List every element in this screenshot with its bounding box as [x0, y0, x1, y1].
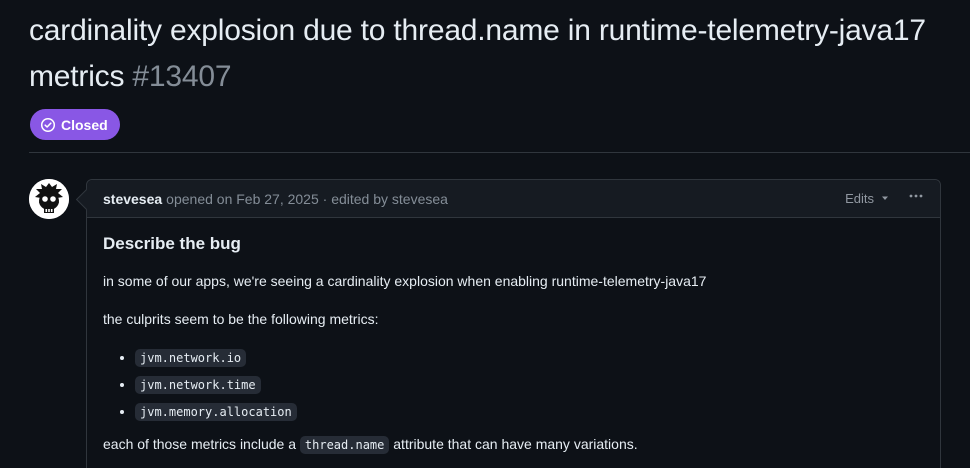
issue-comment: stevesea opened on Feb 27, 2025 · edited… [86, 179, 941, 468]
metrics-list: jvm.network.io jvm.network.time jvm.memo… [103, 348, 924, 421]
comment-header-actions: Edits [845, 188, 924, 209]
comment-meta: opened on Feb 27, 2025 · edited by steve… [166, 190, 448, 207]
metric-code: jvm.memory.allocation [135, 403, 297, 421]
issue-state-label: Closed [61, 116, 108, 133]
avatar[interactable] [29, 179, 69, 219]
kebab-horizontal-icon[interactable] [908, 188, 924, 209]
edits-dropdown-button[interactable]: Edits [845, 191, 890, 206]
metric-code: jvm.network.time [135, 376, 261, 394]
metric-code: jvm.network.io [135, 349, 247, 367]
issue-state-badge: Closed [30, 109, 120, 140]
author-avatar-image [29, 179, 69, 219]
comment-author-link[interactable]: stevesea [103, 191, 162, 207]
body-paragraph-3-start: each of those metrics include a [103, 436, 296, 452]
issue-title: cardinality explosion due to thread.name… [29, 8, 970, 100]
check-circle-icon [40, 117, 56, 133]
body-paragraph-1: in some of our apps, we're seeing a card… [103, 273, 707, 289]
comment-body: Describe the bug in some of our apps, we… [87, 218, 940, 454]
body-paragraph-3: each of those metrics include a thread.n… [103, 435, 924, 454]
list-item: jvm.memory.allocation [135, 402, 924, 421]
list-item: jvm.network.io [135, 348, 924, 367]
body-paragraph-2: the culprits seem to be the following me… [103, 311, 379, 327]
issue-number: #13407 [132, 60, 232, 93]
issue-page: cardinality explosion due to thread.name… [0, 0, 970, 468]
attribute-code: thread.name [299, 436, 390, 454]
comment-header: stevesea opened on Feb 27, 2025 · edited… [87, 180, 940, 218]
edits-label: Edits [845, 191, 874, 206]
triangle-down-icon [880, 191, 890, 206]
body-paragraph-3-end: attribute that can have many variations. [393, 436, 638, 452]
header-divider [29, 152, 970, 153]
list-item: jvm.network.time [135, 375, 924, 394]
body-heading: Describe the bug [103, 234, 241, 253]
